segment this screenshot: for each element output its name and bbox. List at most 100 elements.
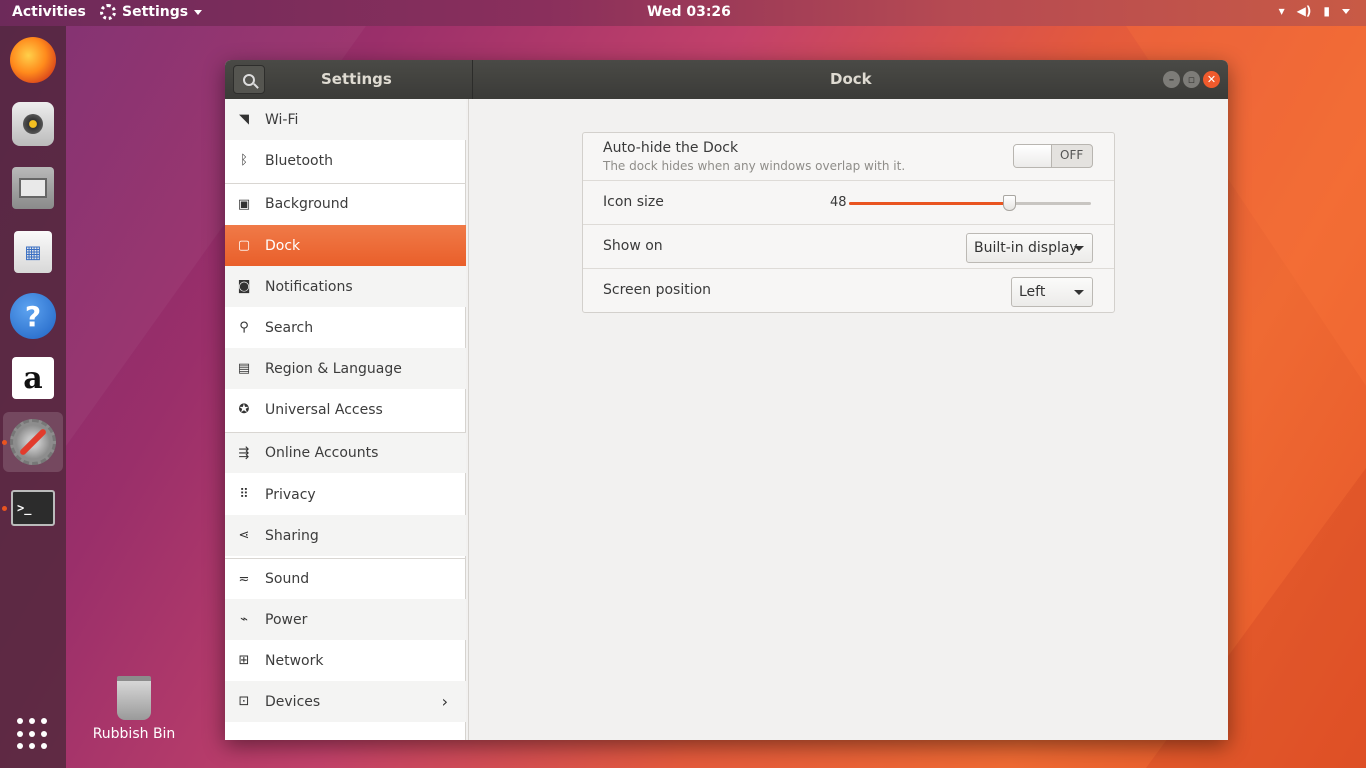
window-titlebar: Settings Dock – ▫ ✕ [225, 60, 1228, 99]
chevron-down-icon [194, 9, 203, 15]
terminal-icon: >_ [11, 490, 55, 526]
sidebar-item-online-accounts[interactable]: ⇶ Online Accounts [225, 432, 466, 473]
chevron-down-icon [1074, 246, 1084, 251]
dock-item-files[interactable] [3, 158, 63, 218]
sidebar-item-sharing[interactable]: ⋖ Sharing [225, 515, 466, 556]
search-icon: ⚲ [239, 320, 249, 335]
settings-sidebar: ◥ Wi-Fi ᛒ Bluetooth ▣ Background ▢ Dock … [225, 99, 466, 740]
dock-item-firefox[interactable] [3, 30, 63, 90]
show-applications-button[interactable] [17, 718, 49, 750]
sidebar-item-devices[interactable]: ⊡ Devices › [225, 681, 466, 722]
power-icon: ⌁ [240, 612, 248, 627]
sidebar-item-label: Notifications [265, 278, 353, 295]
sidebar-item-label: Network [265, 652, 324, 669]
autohide-toggle[interactable]: OFF [1013, 144, 1093, 168]
dock-item-software[interactable]: ▦ [3, 222, 63, 282]
software-store-icon: ▦ [14, 231, 52, 273]
network-icon: ⊞ [238, 653, 250, 668]
minimize-button[interactable]: – [1163, 71, 1180, 88]
dock-item-terminal[interactable]: >_ [3, 478, 63, 538]
activities-button[interactable]: Activities [12, 4, 86, 20]
bluetooth-icon: ᛒ [240, 153, 248, 168]
close-button[interactable]: ✕ [1203, 71, 1220, 88]
toggle-knob [1014, 145, 1052, 167]
running-indicator [2, 506, 7, 511]
toggle-state: OFF [1060, 148, 1084, 162]
sidebar-item-search[interactable]: ⚲ Search [225, 307, 466, 348]
sidebar-item-label: Universal Access [265, 401, 383, 418]
sidebar-item-dock[interactable]: ▢ Dock [225, 225, 466, 266]
chevron-right-icon: › [441, 692, 448, 711]
sound-icon: ≂ [238, 571, 250, 587]
sidebar-item-notifications[interactable]: ◙ Notifications [225, 266, 466, 307]
sidebar-item-label: Devices [265, 693, 321, 710]
dock-item-help[interactable]: ? [3, 286, 63, 346]
settings-icon [10, 419, 56, 465]
app-menu[interactable]: Settings [100, 4, 203, 20]
show-on-row: Show on Built-in display [583, 225, 1114, 269]
online-accounts-icon: ⇶ [238, 445, 250, 461]
privacy-icon: ⠿ [239, 487, 249, 502]
desktop-rubbish-bin[interactable]: Rubbish Bin [92, 676, 176, 742]
sharing-icon: ⋖ [238, 528, 250, 543]
sidebar-item-label: Power [265, 611, 308, 628]
background-icon: ▣ [237, 196, 251, 212]
sidebar-item-label: Wi-Fi [265, 111, 299, 128]
icon-size-row: Icon size 48 [583, 181, 1114, 225]
chevron-down-icon [1074, 290, 1084, 295]
page-title: Dock [830, 70, 872, 88]
files-icon [12, 167, 54, 209]
dock-icon: ▢ [237, 238, 251, 253]
icon-size-slider[interactable] [849, 195, 1091, 211]
show-on-label: Show on [603, 238, 663, 254]
screen-position-value: Left [1019, 284, 1046, 300]
show-on-select[interactable]: Built-in display [966, 233, 1093, 263]
sidebar-item-universal-access[interactable]: ✪ Universal Access [225, 389, 466, 430]
sidebar-item-label: Sharing [265, 527, 319, 544]
sidebar-item-network[interactable]: ⊞ Network [225, 640, 466, 681]
chevron-down-icon [1342, 8, 1350, 14]
dock-settings-panel: Auto-hide the Dock The dock hides when a… [582, 132, 1115, 313]
autohide-description: The dock hides when any windows overlap … [603, 159, 906, 173]
slider-handle[interactable] [1002, 195, 1016, 211]
dock-item-rhythmbox[interactable] [3, 94, 63, 154]
sidebar-item-label: Online Accounts [265, 445, 379, 461]
search-button[interactable] [233, 65, 265, 94]
autohide-row: Auto-hide the Dock The dock hides when a… [583, 133, 1114, 181]
sidebar-item-bluetooth[interactable]: ᛒ Bluetooth [225, 140, 466, 181]
screen-position-row: Screen position Left [583, 269, 1114, 313]
sidebar-item-label: Search [265, 319, 314, 336]
trash-icon [117, 676, 151, 720]
rubbish-bin-label: Rubbish Bin [92, 726, 176, 742]
clock[interactable]: Wed 03:26 [647, 4, 731, 20]
universal-access-icon: ✪ [238, 402, 250, 417]
sidebar-item-label: Sound [265, 571, 310, 587]
region-icon: ▤ [237, 361, 251, 376]
volume-icon: ◀) [1296, 4, 1312, 18]
sidebar-item-power[interactable]: ⌁ Power [225, 599, 466, 640]
maximize-button[interactable]: ▫ [1183, 71, 1200, 88]
firefox-icon [10, 37, 56, 83]
devices-icon: ⊡ [238, 694, 250, 709]
sidebar-item-privacy[interactable]: ⠿ Privacy [225, 474, 466, 515]
show-on-value: Built-in display [974, 240, 1078, 256]
sidebar-title: Settings [321, 70, 392, 88]
sidebar-item-wifi[interactable]: ◥ Wi-Fi [225, 99, 466, 140]
sidebar-item-region-language[interactable]: ▤ Region & Language [225, 348, 466, 389]
dock-item-settings[interactable] [3, 412, 63, 472]
sidebar-header: Settings [225, 60, 473, 99]
wifi-icon: ◥ [239, 112, 249, 127]
sidebar-item-sound[interactable]: ≂ Sound [225, 558, 466, 599]
running-indicator [2, 440, 7, 445]
sidebar-item-label: Privacy [265, 486, 316, 503]
dock-item-amazon[interactable]: a [3, 348, 63, 408]
amazon-icon: a [12, 357, 54, 399]
sidebar-item-label: Background [265, 196, 349, 212]
system-tray[interactable]: ▾ ◀) ▮ [1279, 4, 1350, 18]
sidebar-item-label: Dock [265, 237, 301, 254]
sidebar-item-background[interactable]: ▣ Background [225, 183, 466, 224]
settings-window: Settings Dock – ▫ ✕ ◥ Wi-Fi ᛒ Bluetooth … [225, 60, 1228, 740]
screen-position-select[interactable]: Left [1011, 277, 1093, 307]
slider-fill [849, 202, 1009, 205]
help-icon: ? [10, 293, 56, 339]
